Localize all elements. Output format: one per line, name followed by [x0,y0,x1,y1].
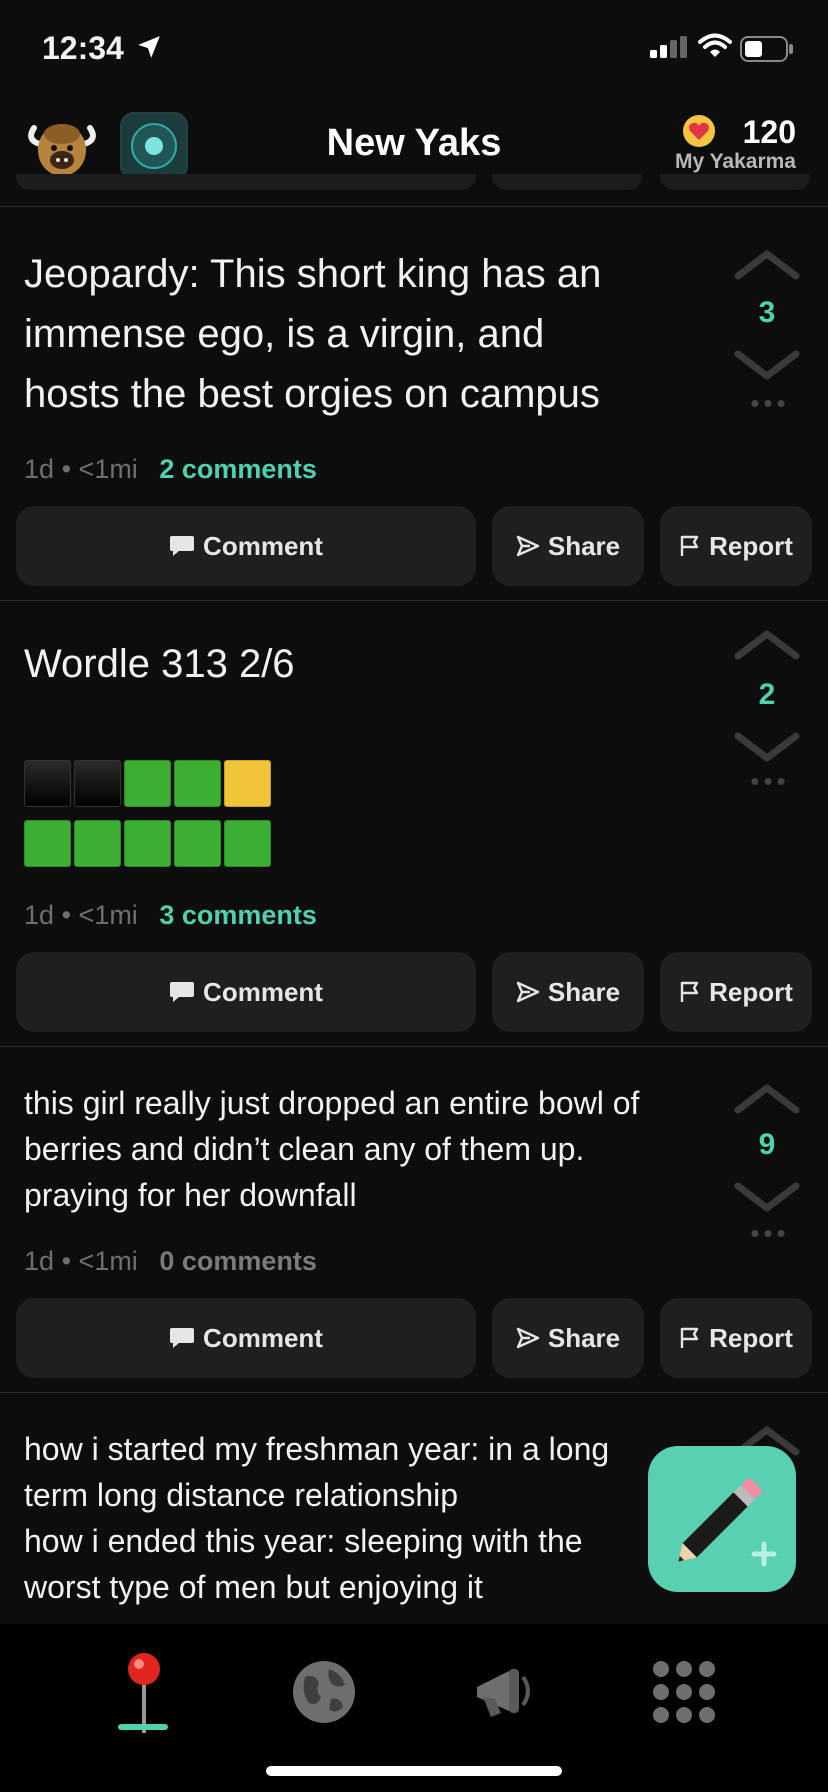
post-card[interactable]: Jeopardy: This short king has an immense… [0,210,828,601]
share-label: Share [547,976,621,1007]
comment-label: Comment [203,976,323,1007]
compose-button[interactable] [648,1446,796,1592]
report-label: Report [709,976,793,1007]
yakarma-label: My Yakarma [674,150,796,173]
post-age: 1d [24,454,55,484]
wordle-tile-green [24,820,71,867]
more-options-icon[interactable]: ••• [740,388,800,419]
share-label: Share [547,530,621,561]
wordle-row [24,820,271,867]
flag-icon [680,535,699,556]
post-text: Jeopardy: This short king has an immense… [24,252,602,416]
comment-button[interactable]: Comment [16,952,476,1032]
downvote-chevron-icon[interactable] [732,344,802,384]
yakarma-score[interactable]: 120 [743,114,796,151]
comment-button[interactable]: Comment [16,506,476,586]
upvote-chevron-icon[interactable] [732,246,802,286]
meta-separator: • [61,900,72,930]
share-label: Share [547,1322,621,1353]
comment-bubble-icon [170,982,195,1002]
previous-post-edge [0,174,828,207]
post-actions: Comment Share Report [16,506,812,586]
downvote-chevron-icon[interactable] [732,1176,802,1216]
send-arrow-icon [516,981,540,1003]
meta-separator: • [61,1246,72,1276]
home-indicator[interactable] [266,1766,562,1776]
comment-bubble-icon [170,1328,195,1348]
report-button[interactable]: Report [660,952,812,1032]
globe-icon [293,1661,355,1723]
vote-count: 3 [758,296,776,329]
downvote-chevron-icon[interactable] [732,726,802,766]
share-button[interactable]: Share [492,506,644,586]
wordle-tile-green [174,820,221,867]
megaphone-icon [477,1669,530,1717]
tab-announcements[interactable] [444,1642,564,1742]
wordle-tile-green [124,760,171,807]
report-label: Report [709,1322,793,1353]
wordle-tile-green [74,820,121,867]
share-button[interactable]: Share [492,1298,644,1378]
bottom-navigation [0,1624,828,1792]
post-text: Wordle 313 2/6 [24,642,295,686]
comment-label: Comment [203,530,323,561]
comments-link[interactable]: 2 comments [159,454,317,484]
wordle-tile-green [124,820,171,867]
post-actions: Comment Share Report [16,1298,812,1378]
wordle-tile-yellow [224,760,271,807]
comment-bubble-icon [170,536,195,556]
post-card[interactable]: this girl really just dropped an entire … [0,1046,828,1393]
status-time: 12:34 [42,30,124,66]
comments-link[interactable]: 0 comments [159,1246,317,1276]
status-bar: 12:34 [0,0,828,100]
upvote-chevron-icon[interactable] [732,626,802,666]
flag-icon [680,981,699,1002]
battery-icon [740,36,793,62]
heart-icon [683,115,715,147]
post-text: how i started my freshman year: in a lon… [24,1431,610,1605]
share-button[interactable]: Share [492,952,644,1032]
wordle-tile-black [74,760,121,807]
flag-icon [680,1327,699,1348]
comment-button[interactable]: Comment [16,1298,476,1378]
wordle-tile-green [174,760,221,807]
send-arrow-icon [516,535,540,557]
more-options-icon[interactable]: ••• [740,766,800,797]
wordle-tile-black [24,760,71,807]
upvote-chevron-icon[interactable] [732,1080,802,1120]
more-options-icon[interactable]: ••• [740,1218,800,1249]
comments-link[interactable]: 3 comments [159,900,317,930]
post-text: this girl really just dropped an entire … [24,1085,640,1213]
pencil-plus-icon [678,1478,777,1567]
wordle-tile-green [224,820,271,867]
post-age: 1d [24,900,55,930]
report-button[interactable]: Report [660,1298,812,1378]
grid-icon [653,1661,715,1723]
wordle-row [24,760,271,807]
tab-menu[interactable] [624,1642,744,1742]
comment-label: Comment [203,1322,323,1353]
vote-count: 2 [758,678,776,711]
vote-count: 9 [758,1128,776,1161]
post-actions: Comment Share Report [16,952,812,1032]
active-tab-indicator [118,1724,168,1730]
post-meta: 1d • <1mi 0 comments [24,1246,317,1277]
post-distance: <1mi [78,1246,138,1276]
report-label: Report [709,530,793,561]
cellular-signal-icon [650,36,687,58]
post-meta: 1d • <1mi 2 comments [24,454,317,485]
send-arrow-icon [516,1327,540,1349]
post-distance: <1mi [78,900,138,930]
post-age: 1d [24,1246,55,1276]
tab-explore[interactable] [264,1642,384,1742]
wifi-icon [698,33,732,57]
post-card[interactable]: Wordle 313 2/6 2 ••• 1d • <1mi 3 comment… [0,600,828,1047]
post-meta: 1d • <1mi 3 comments [24,900,317,931]
post-distance: <1mi [78,454,138,484]
meta-separator: • [61,454,72,484]
location-arrow-icon [138,36,160,58]
report-button[interactable]: Report [660,506,812,586]
